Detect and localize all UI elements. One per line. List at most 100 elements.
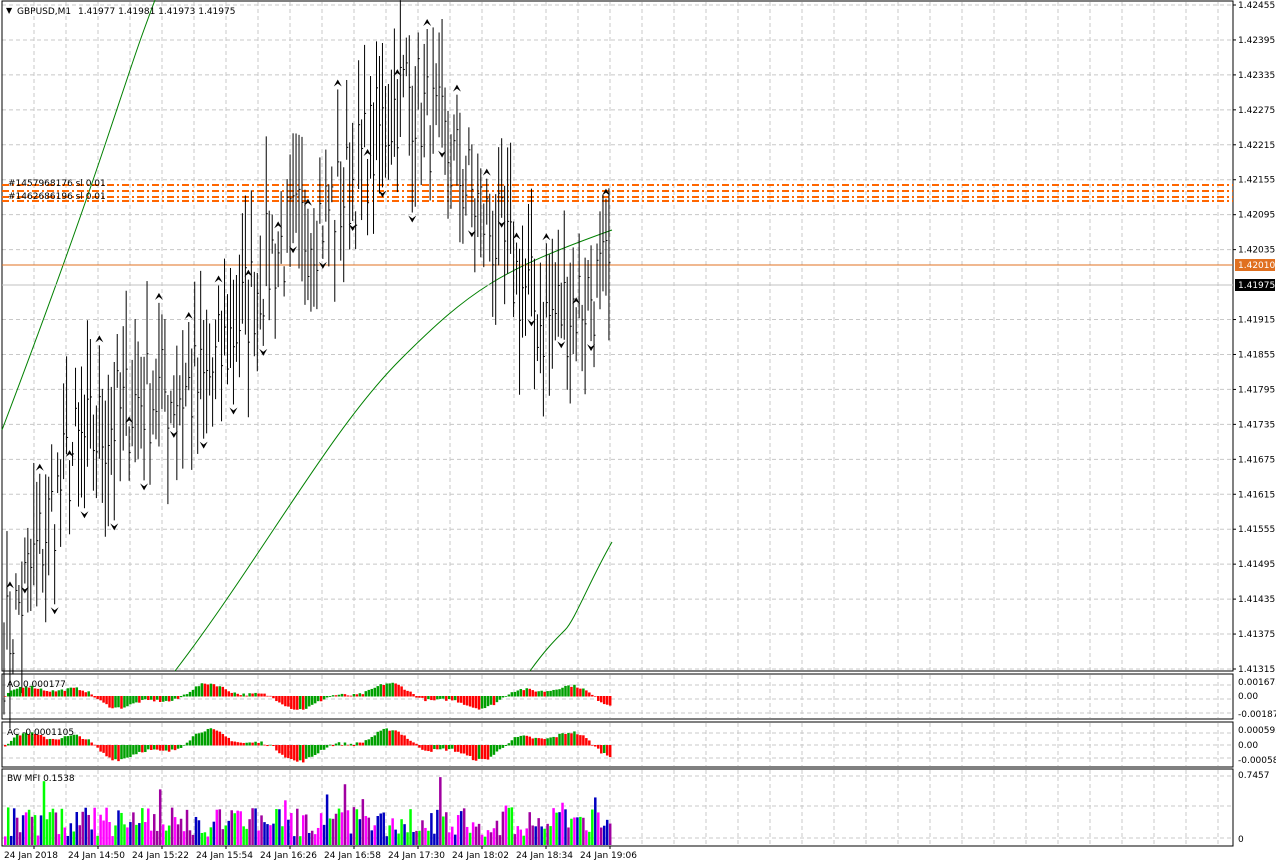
mfi-bar: [376, 816, 379, 845]
mfi-bar: [135, 824, 138, 845]
histogram-bar: [602, 696, 606, 705]
histogram-bar: [242, 742, 245, 746]
mfi-bar: [480, 834, 484, 845]
mfi-bar: [349, 833, 353, 845]
histogram-bar: [81, 738, 84, 746]
mfi-bar: [27, 809, 31, 845]
histogram-bar: [75, 734, 79, 746]
histogram-bar: [164, 745, 168, 751]
fractal-arrow: [482, 168, 491, 176]
histogram-bar: [394, 730, 397, 746]
histogram-bar: [284, 696, 287, 707]
histogram-bar: [510, 692, 514, 697]
mfi-bar: [412, 831, 415, 845]
histogram-bar: [87, 691, 90, 697]
mfi-bar: [471, 822, 475, 845]
mfi-bar: [200, 832, 204, 845]
mfi-bar: [33, 815, 37, 845]
mfi-bar: [176, 824, 180, 845]
mfi-bar: [278, 809, 281, 845]
mfi-bar: [352, 807, 356, 845]
histogram-bar: [105, 696, 108, 705]
fractal-arrow: [50, 607, 59, 615]
mfi-bar: [182, 831, 186, 845]
histogram-bar: [218, 731, 222, 746]
histogram-bar: [87, 739, 90, 746]
mfi-bar: [90, 829, 93, 845]
histogram-bar: [69, 687, 73, 697]
histogram-bar: [161, 696, 165, 702]
histogram-bar: [373, 735, 377, 746]
histogram-bar: [96, 696, 99, 700]
bid-label: 1.41975: [1238, 281, 1275, 291]
histogram-bar: [36, 688, 40, 697]
time-axis-label: 24 Jan 16:58: [324, 851, 381, 861]
histogram-bar: [141, 745, 144, 753]
mfi-bar: [42, 781, 46, 845]
chart-window[interactable]: #1457968176 sl 0.01 #1462686196 sl 0.01 …: [0, 0, 1276, 866]
histogram-bar: [263, 693, 266, 697]
mfi-bar: [528, 812, 531, 845]
mfi-bar: [504, 805, 508, 845]
mfi-bar: [272, 823, 275, 845]
mfi-bar: [534, 826, 537, 845]
price-axis-label: 1.42275: [1238, 106, 1275, 116]
mfi-bar: [48, 812, 52, 845]
mfi-bar: [45, 819, 49, 845]
histogram-bar: [42, 736, 46, 746]
histogram-bar: [260, 741, 263, 746]
mfi-bar: [129, 822, 132, 845]
histogram-bar: [436, 696, 439, 700]
mfi-bar: [15, 817, 19, 845]
histogram-bar: [346, 744, 350, 746]
histogram-bar: [480, 696, 484, 709]
mfi-bar: [203, 832, 207, 845]
dropdown-triangle-icon[interactable]: ▼: [6, 6, 13, 15]
mfi-bar: [287, 819, 290, 845]
histogram-bar: [543, 691, 546, 697]
histogram-bar: [135, 696, 138, 703]
order-levels: [2, 184, 1233, 202]
histogram-bar: [415, 696, 418, 698]
histogram-bar: [206, 684, 210, 697]
histogram-bar: [293, 696, 296, 710]
histogram-bar: [331, 745, 335, 747]
histogram-bar: [81, 690, 84, 697]
histogram-bar: [170, 745, 174, 750]
histogram-bar: [254, 692, 257, 697]
histogram-bar: [370, 736, 374, 746]
mfi-bar: [102, 820, 105, 845]
histogram-bar: [504, 745, 508, 746]
histogram-bar: [582, 688, 585, 697]
mfi-bar: [75, 811, 79, 845]
histogram-bar: [185, 694, 189, 697]
mfi-bar: [304, 814, 308, 845]
mfi-bar: [477, 823, 481, 845]
histogram-bar: [400, 734, 403, 746]
mfi-bar: [185, 809, 189, 845]
mfi-bar: [141, 808, 144, 845]
histogram-bar: [200, 732, 204, 746]
histogram-bar: [138, 745, 141, 752]
histogram-bar: [498, 696, 502, 700]
histogram-bar: [439, 745, 442, 750]
ao-axis-bottom: -0.001875: [1238, 710, 1276, 720]
histogram-bar: [418, 745, 421, 748]
mfi-bar: [564, 809, 567, 845]
price-axis-label: 1.42455: [1238, 1, 1275, 11]
mfi-bar: [483, 836, 487, 845]
histogram-bar: [462, 745, 466, 754]
mfi-bar: [66, 835, 70, 845]
histogram-bar: [537, 738, 540, 746]
mfi-bar: [108, 822, 111, 845]
mfi-bar: [498, 835, 502, 845]
mfi-bar: [608, 823, 612, 845]
histogram-bar: [340, 745, 344, 746]
mfi-bar: [400, 819, 403, 845]
ma-long-line: [529, 541, 613, 672]
chart-symbol: GBPUSD,M1: [17, 7, 71, 17]
fractal-arrow: [557, 341, 566, 349]
histogram-bar: [579, 688, 582, 697]
histogram-bar: [534, 691, 537, 697]
fractal-arrow: [333, 79, 342, 87]
